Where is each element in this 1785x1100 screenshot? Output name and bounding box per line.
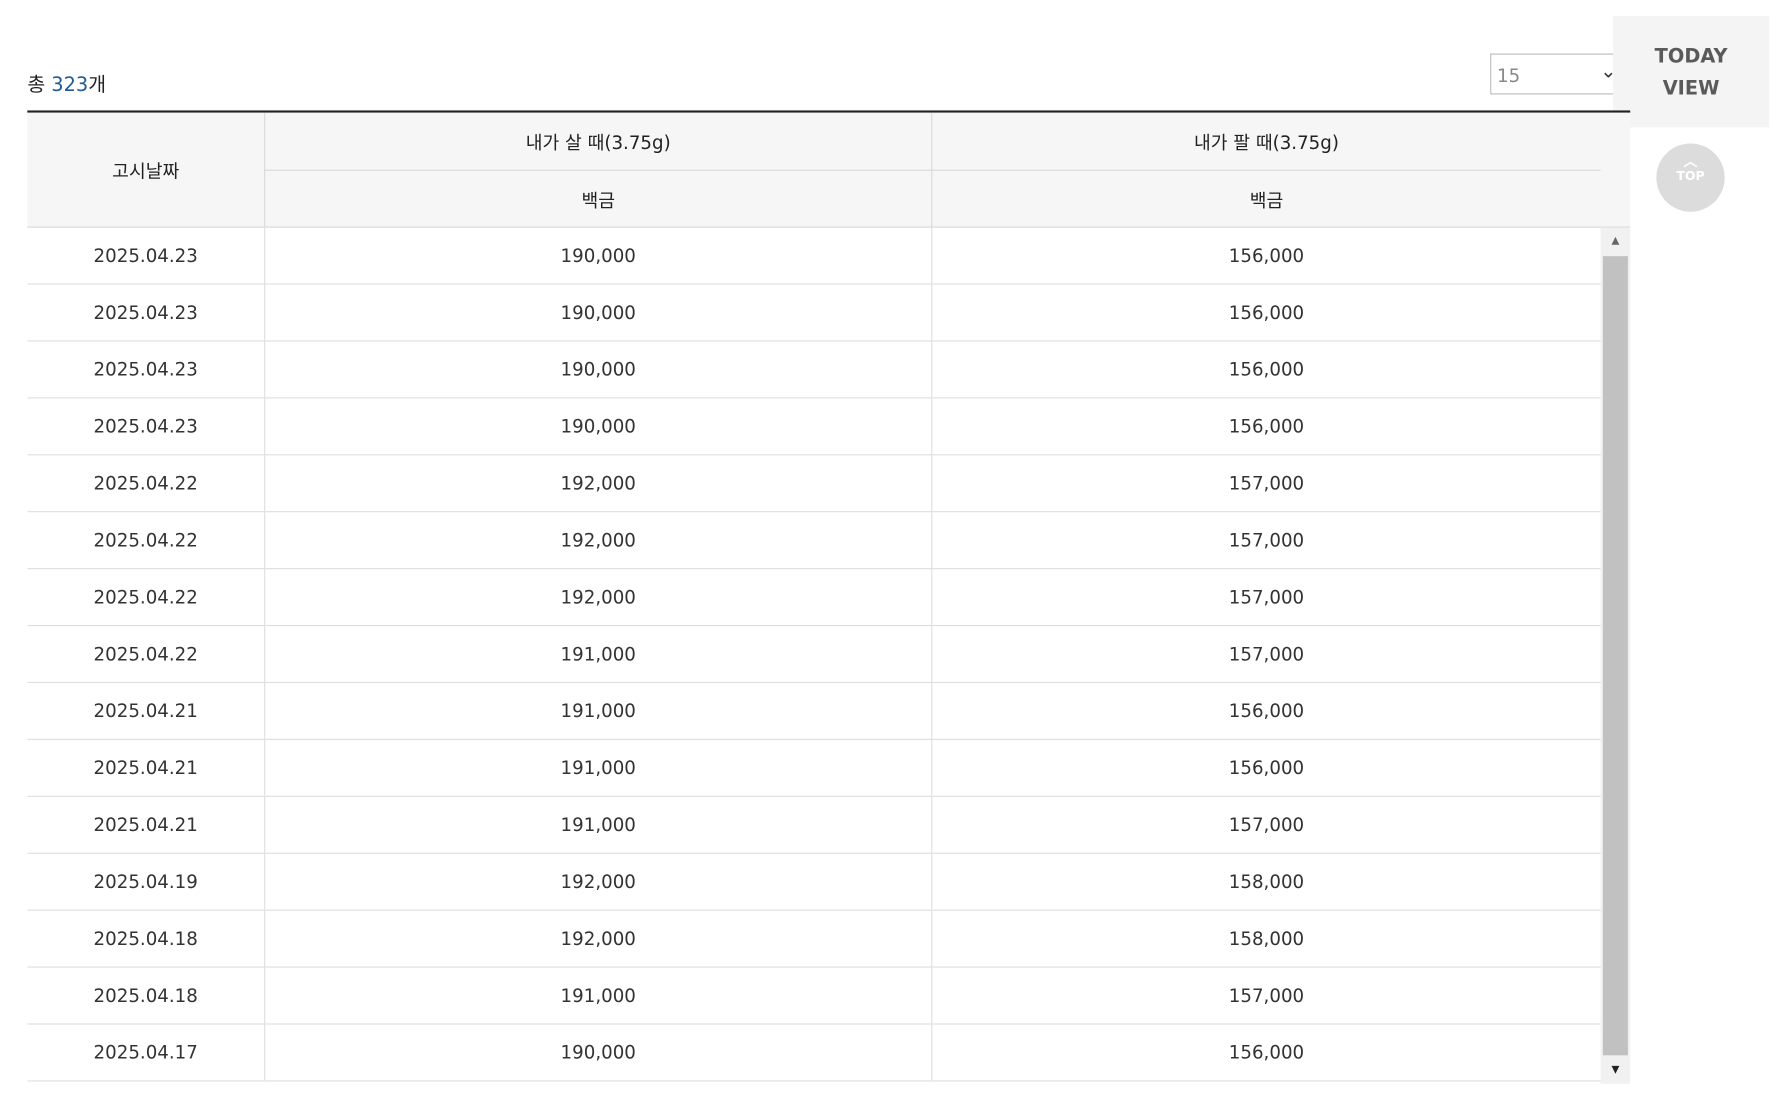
today-view-line2: VIEW [1662, 77, 1720, 101]
table-row: 2025.04.18 191,000 157,000 [27, 967, 1601, 1025]
row-sell-price: 156,000 [1228, 358, 1305, 381]
row-sell-price: 156,000 [1228, 1041, 1305, 1064]
table-row: 2025.04.19 192,000 158,000 [27, 853, 1601, 911]
row-buy-price: 192,000 [265, 455, 933, 512]
table-row: 2025.04.21 191,000 156,000 [27, 683, 1601, 740]
row-date: 2025.04.22 [27, 626, 266, 682]
row-sell-price: 157,000 [1228, 529, 1305, 551]
header-buy: 내가 살 때(3.75g) [265, 112, 933, 171]
table-header: 고시날짜 내가 살 때(3.75g) 내가 팔 때(3.75g) 백금 백금 [27, 112, 1631, 228]
total-number: 323 [51, 73, 89, 97]
row-buy-price: 190,000 [265, 284, 933, 341]
row-date: 2025.04.19 [27, 853, 266, 910]
row-sell-price: 157,000 [1228, 813, 1305, 836]
table-row: 2025.04.18 192,000 158,000 [27, 910, 1601, 968]
table-body[interactable]: 2025.04.23 190,000 156,000 2025.04.23 190,00… [27, 227, 1601, 1084]
row-sell-price: 156,000 [1228, 244, 1305, 267]
row-date: 2025.04.23 [27, 227, 266, 284]
row-sell-price: 157,000 [1228, 643, 1305, 665]
price-table: 고시날짜 내가 살 때(3.75g) 내가 팔 때(3.75g) 백금 백금 2… [27, 110, 1631, 1084]
row-sell-price: 157,000 [1228, 984, 1305, 1007]
today-view-button[interactable]: TODAY VIEW [1613, 15, 1770, 128]
table-scrollbar[interactable]: ▲ ▼ [1600, 227, 1631, 1084]
row-date: 2025.04.18 [27, 910, 266, 967]
row-date: 2025.04.22 [27, 569, 266, 625]
page: 총 323개 15 ⌄ TODAY VIEW ︿ TOP 고시날짜 내가 살 때… [0, 0, 1785, 1100]
row-date: 2025.04.21 [27, 683, 266, 739]
table-row: 2025.04.22 192,000 157,000 [27, 512, 1601, 570]
row-buy-price: 190,000 [265, 227, 933, 284]
scroll-down-arrow-icon[interactable]: ▼ [1601, 1056, 1631, 1083]
table-row: 2025.04.23 190,000 156,000 [27, 227, 1601, 285]
header-date: 고시날짜 [27, 112, 266, 227]
table-row: 2025.04.22 192,000 157,000 [27, 569, 1601, 627]
row-sell-price: 157,000 [1228, 586, 1305, 608]
table-row: 2025.04.21 191,000 157,000 [27, 796, 1601, 854]
scroll-top-label: TOP [1676, 168, 1705, 184]
header-sell-platinum: 백금 [1249, 189, 1284, 212]
chevron-up-icon: ︿ [1683, 153, 1698, 170]
row-buy-price: 192,000 [265, 569, 933, 625]
row-sell-price: 157,000 [1228, 472, 1305, 495]
row-buy-price: 190,000 [265, 398, 933, 455]
row-sell-price: 158,000 [1228, 927, 1305, 950]
scrollbar-thumb[interactable] [1602, 256, 1628, 1056]
row-buy-price: 191,000 [265, 739, 933, 796]
table-row: 2025.04.22 192,000 157,000 [27, 455, 1601, 513]
page-size-select[interactable]: 15 ⌄ [1490, 53, 1627, 95]
total-prefix: 총 [27, 73, 52, 97]
row-sell-price: 156,000 [1228, 700, 1305, 722]
table-row: 2025.04.22 191,000 157,000 [27, 626, 1601, 684]
table-row: 2025.04.23 190,000 156,000 [27, 284, 1601, 342]
total-suffix: 개 [88, 73, 107, 97]
row-sell-price: 156,000 [1228, 415, 1305, 438]
row-sell-price: 156,000 [1228, 757, 1305, 779]
scroll-up-arrow-icon[interactable]: ▲ [1601, 228, 1631, 255]
row-date: 2025.04.18 [27, 967, 266, 1024]
row-date: 2025.04.22 [27, 455, 266, 512]
page-size-value: 15 [1496, 64, 1521, 87]
table-row: 2025.04.21 191,000 156,000 [27, 739, 1601, 797]
table-row: 2025.04.23 190,000 156,000 [27, 341, 1601, 399]
total-count: 총 323개 [27, 68, 107, 97]
row-buy-price: 192,000 [265, 512, 933, 569]
row-date: 2025.04.21 [27, 796, 266, 853]
row-date: 2025.04.21 [27, 739, 266, 796]
scroll-top-button[interactable]: ︿ TOP [1656, 143, 1725, 212]
row-sell-price: 158,000 [1228, 870, 1305, 893]
table-row: 2025.04.17 190,000 156,000 [27, 1024, 1601, 1082]
row-buy-price: 190,000 [265, 341, 933, 398]
row-buy-price: 192,000 [265, 853, 933, 910]
header-buy-platinum: 백금 [265, 170, 933, 227]
row-buy-price: 190,000 [265, 1024, 933, 1081]
row-buy-price: 191,000 [265, 626, 933, 682]
row-date: 2025.04.23 [27, 398, 266, 455]
row-date: 2025.04.23 [27, 341, 266, 398]
row-sell-price: 156,000 [1228, 301, 1305, 324]
header-sell: 내가 팔 때(3.75g) [932, 113, 1601, 171]
row-date: 2025.04.22 [27, 512, 266, 569]
row-date: 2025.04.17 [27, 1024, 266, 1081]
row-buy-price: 192,000 [265, 910, 933, 967]
row-buy-price: 191,000 [265, 683, 933, 739]
today-view-line1: TODAY [1654, 45, 1728, 69]
row-buy-price: 191,000 [265, 967, 933, 1024]
row-date: 2025.04.23 [27, 284, 266, 341]
row-buy-price: 191,000 [265, 796, 933, 853]
table-row: 2025.04.23 190,000 156,000 [27, 398, 1601, 456]
